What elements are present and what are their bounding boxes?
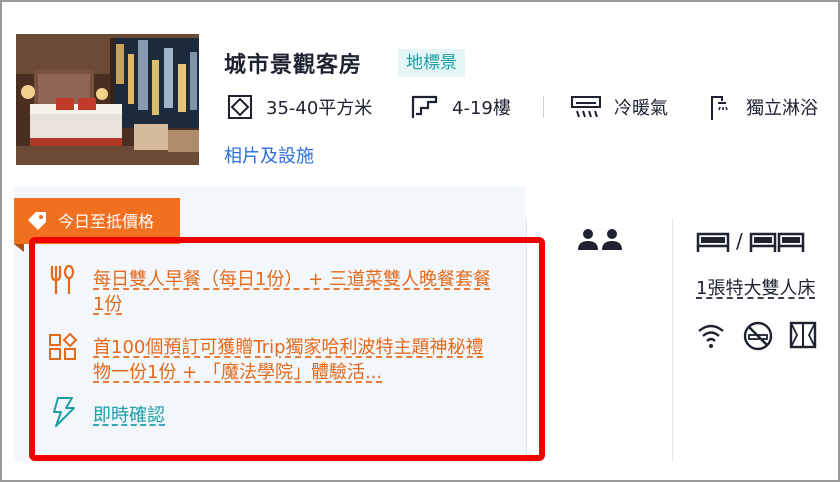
room-title: 城市景觀客房 [224, 53, 363, 78]
air-conditioner-icon [571, 96, 601, 118]
attribute-separator [543, 96, 544, 118]
two-guests-icon [578, 229, 622, 250]
window-icon [789, 321, 817, 349]
room-size-label: 35-40平方米 [266, 98, 373, 119]
air-conditioning-attribute: 冷暖氣 [570, 92, 668, 122]
twin-beds-icon [749, 232, 804, 252]
floor-attribute: 4-19樓 [410, 92, 511, 122]
area-icon [228, 95, 252, 119]
no-smoking-icon [743, 321, 773, 351]
deal-badge-label: 今日至抵價格 [58, 212, 155, 231]
shower-label: 獨立淋浴 [746, 98, 818, 119]
shower-icon [711, 96, 728, 120]
price-tag-icon [28, 212, 46, 230]
room-size-attribute: 35-40平方米 [226, 92, 372, 122]
highlight-box [29, 237, 545, 461]
stairs-floor-icon [411, 95, 438, 118]
wifi-icon [698, 324, 724, 348]
shower-attribute: 獨立淋浴 [708, 92, 818, 122]
landmark-view-tag: 地標景 [398, 49, 465, 77]
bed-separator: / [736, 229, 743, 253]
room-photo[interactable] [16, 34, 199, 165]
floor-label: 4-19樓 [452, 98, 511, 119]
air-conditioner-label: 冷暖氣 [614, 98, 668, 119]
bed-description[interactable]: 1張特大雙人床 [696, 274, 815, 300]
king-bed-icon [696, 232, 730, 252]
bed-options: / [696, 228, 805, 254]
deal-badge-fold [14, 244, 24, 252]
column-divider [672, 218, 673, 462]
room-card: 城市景觀客房 地標景 35-40平方米 4-19樓 冷暖氣 獨立淋浴 相片及設施 [0, 0, 840, 482]
photos-and-facilities-link[interactable]: 相片及設施 [224, 142, 314, 168]
